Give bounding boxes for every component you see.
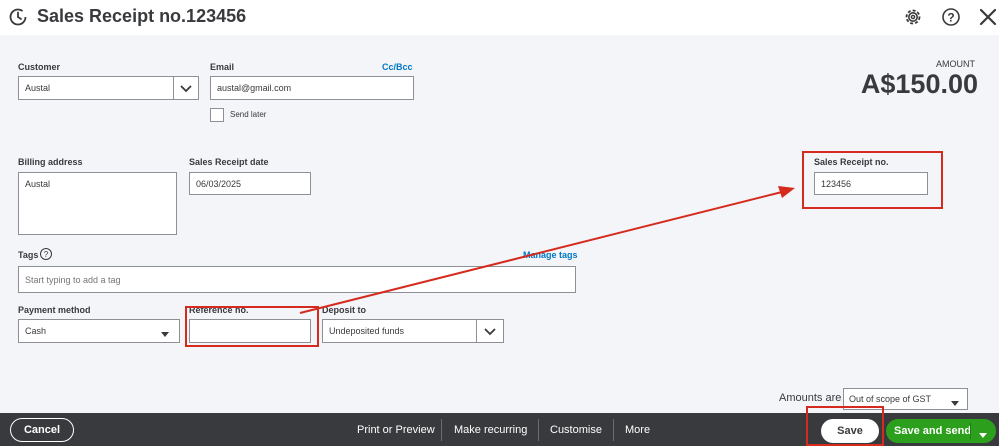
annotation-arrow (299, 186, 795, 314)
